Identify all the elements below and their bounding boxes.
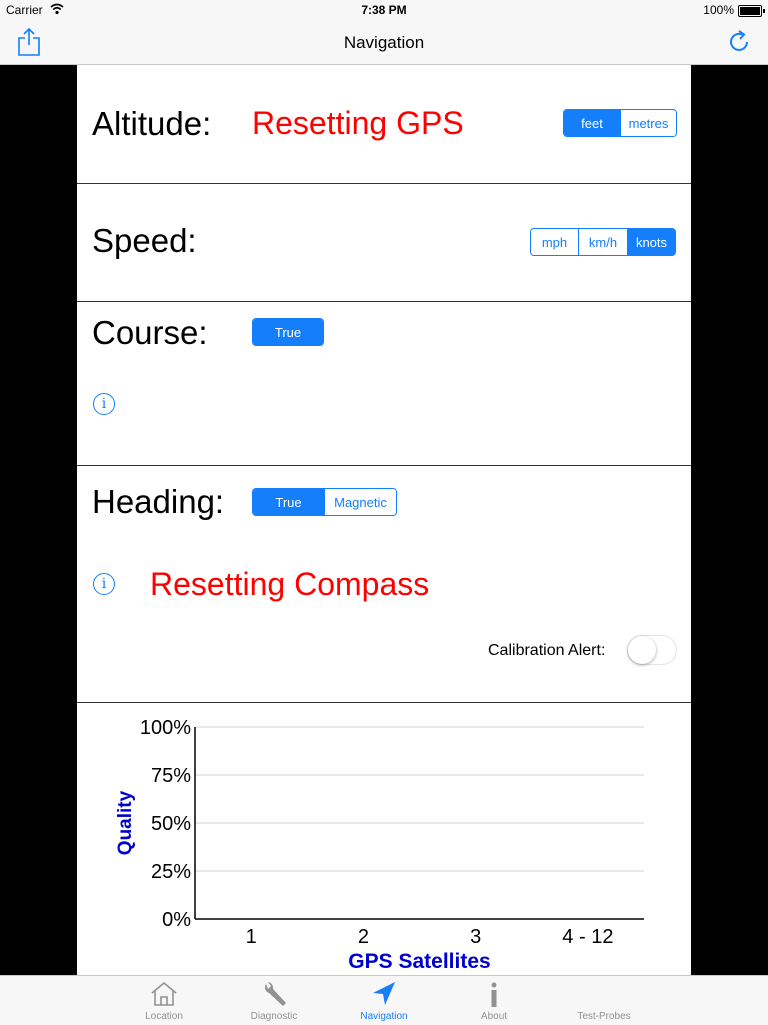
x-tick-label: 4 - 12 [562,926,613,948]
speed-section: Speed: mph km/h knots [77,184,691,302]
wrench-icon [264,982,286,1006]
segment-heading-true[interactable]: True [253,489,324,515]
info-icon [491,982,497,1007]
segment-course-true[interactable]: True [253,319,323,345]
status-bar: Carrier 7:38 PM 100% [0,0,768,20]
page-title: Navigation [343,33,425,52]
segment-mph[interactable]: mph [531,229,578,255]
y-tick-label: 100% [140,717,191,739]
navigation-bar: Navigation [0,20,768,65]
altitude-value: Resetting GPS [252,105,464,141]
tab-about[interactable]: About [439,976,549,1025]
calibration-alert-label: Calibration Alert: [488,642,606,659]
speed-label: Speed: [92,222,197,259]
course-info-icon[interactable]: i [93,393,115,415]
tab-label: Location [145,1011,183,1022]
tab-label: Navigation [360,1011,408,1022]
segment-knots[interactable]: knots [627,229,675,255]
y-tick-label: 50% [151,813,191,835]
refresh-icon[interactable] [728,29,752,53]
tab-test-probes[interactable]: Test-Probes [549,976,659,1025]
content-panel: Altitude: Resetting GPS feet metres Spee… [77,65,691,975]
segment-heading-magnetic[interactable]: Magnetic [324,489,396,515]
heading-section: Heading: True Magnetic i Resetting Compa… [77,466,691,703]
x-tick-label: 2 [358,926,369,948]
battery-percent: 100% [703,3,734,17]
tab-label: Test-Probes [577,1011,631,1022]
location-arrow-icon [373,982,395,1005]
x-axis-title: GPS Satellites [348,950,490,973]
altitude-label: Altitude: [92,105,212,142]
tab-label: Diagnostic [250,1011,298,1022]
course-section: Course: True i [77,302,691,466]
course-mode-control[interactable]: True [252,318,324,346]
y-tick-label: 25% [151,861,191,883]
altitude-section: Altitude: Resetting GPS feet metres [77,65,691,184]
tab-navigation[interactable]: Navigation [329,976,439,1025]
calibration-alert-toggle[interactable] [627,635,677,665]
house-icon [151,981,177,1006]
battery-icon [738,5,765,17]
tab-location[interactable]: Location [109,976,219,1025]
heading-value: Resetting Compass [150,566,430,602]
segment-feet[interactable]: feet [564,110,620,136]
altitude-units-control[interactable]: feet metres [563,109,677,137]
segment-metres[interactable]: metres [620,110,676,136]
segment-kmh[interactable]: km/h [578,229,627,255]
tab-bar: Location Diagnostic Navigation About Tes… [0,975,768,1025]
course-label: Course: [92,314,208,351]
y-axis-title: Quality [115,790,136,855]
gps-quality-chart: 0% 25% 50% 75% 100% 1 2 3 4 - 12 GPS Satellites Qu… [115,717,644,973]
tab-label: About [480,1011,508,1022]
heading-mode-control[interactable]: True Magnetic [252,488,397,516]
tab-diagnostic[interactable]: Diagnostic [219,976,329,1025]
toggle-knob [628,636,656,664]
x-tick-label: 3 [470,926,481,948]
y-tick-label: 75% [151,765,191,787]
x-tick-label: 1 [246,926,257,948]
heading-info-icon[interactable]: i [93,573,115,595]
y-tick-label: 0% [162,909,191,931]
status-time: 7:38 PM [361,3,407,17]
speed-units-control[interactable]: mph km/h knots [530,228,676,256]
heading-label: Heading: [92,483,225,520]
